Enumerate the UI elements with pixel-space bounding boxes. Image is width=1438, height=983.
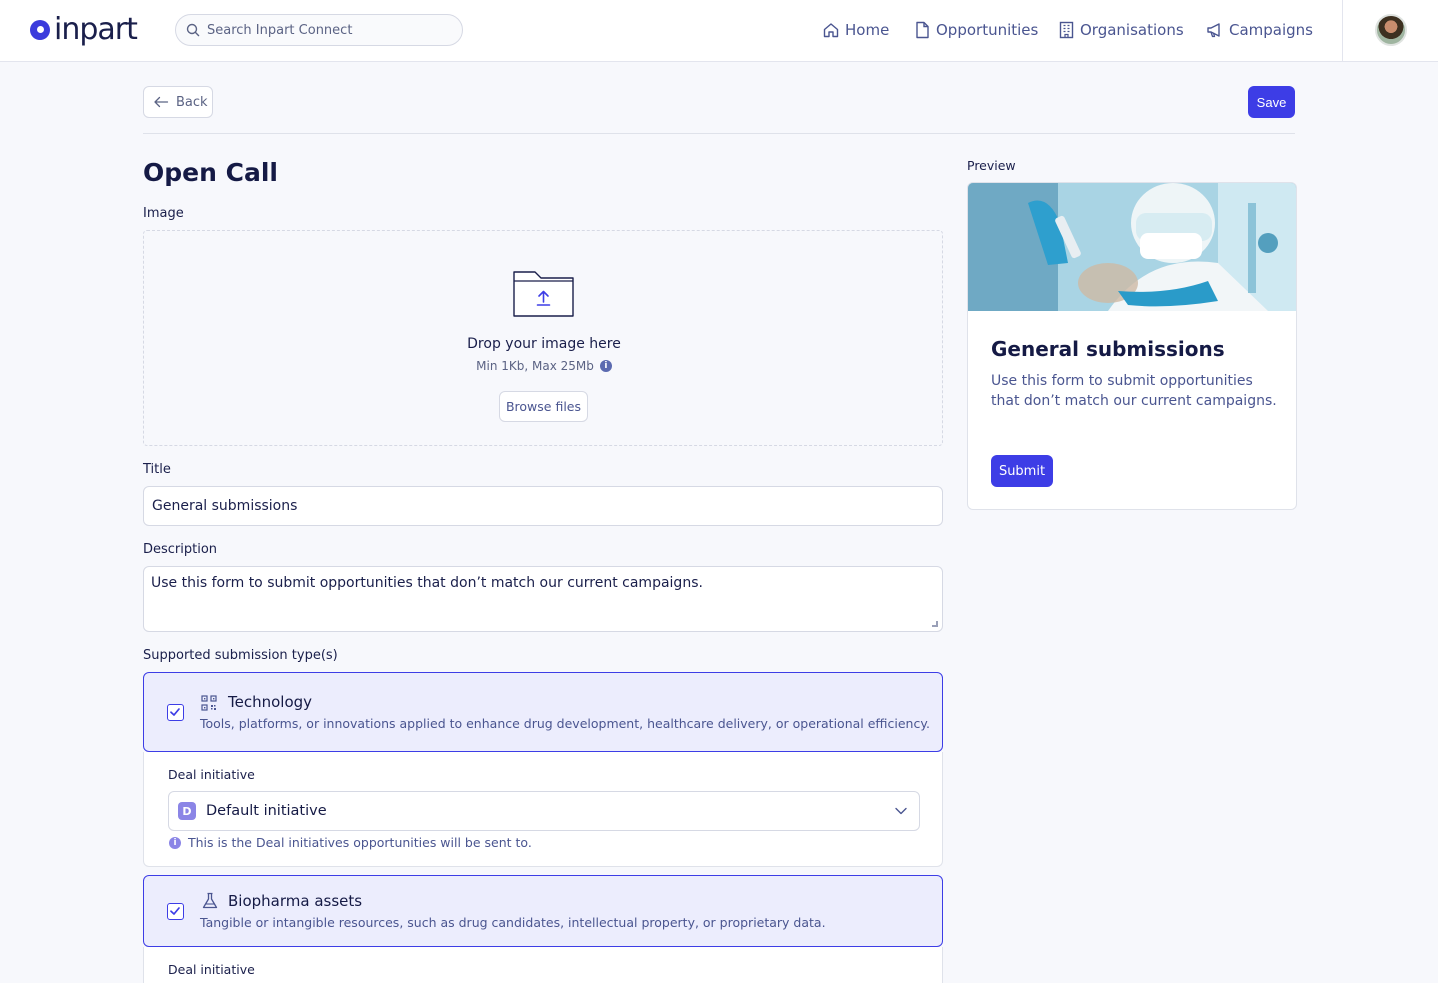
checkmark-icon bbox=[170, 907, 180, 915]
checkmark-icon bbox=[170, 708, 180, 716]
biopharma-title: Biopharma assets bbox=[228, 892, 363, 910]
initiative-badge: D bbox=[178, 802, 196, 820]
preview-title: General submissions bbox=[991, 337, 1225, 361]
preview-description: Use this form to submit opportunities th… bbox=[991, 373, 1277, 409]
logo-text: inpart bbox=[54, 12, 138, 47]
user-avatar[interactable] bbox=[1375, 14, 1407, 46]
title-label: Title bbox=[143, 462, 171, 477]
nav-opportunities[interactable]: Opportunities bbox=[914, 18, 1038, 42]
type-card-biopharma[interactable]: Biopharma assets Tangible or intangible … bbox=[143, 875, 943, 947]
preview-label: Preview bbox=[967, 158, 1016, 173]
preview-card: General submissions Use this form to sub… bbox=[967, 182, 1297, 510]
top-bar: inpart Home Opportunities Organisations … bbox=[0, 0, 1438, 62]
nav-home-label: Home bbox=[845, 21, 890, 39]
nav-divider bbox=[1342, 0, 1343, 62]
image-label: Image bbox=[143, 206, 184, 221]
folder-upload-icon bbox=[513, 271, 574, 317]
description-text: Use this form to submit opportunities th… bbox=[151, 575, 703, 591]
home-icon bbox=[823, 23, 839, 38]
chevron-down-icon bbox=[895, 807, 907, 815]
deal-panel-biopharma: Deal initiative bbox=[143, 947, 943, 983]
search-icon bbox=[186, 23, 200, 37]
title-input[interactable]: General submissions bbox=[143, 486, 943, 526]
technology-description: Tools, platforms, or innovations applied… bbox=[200, 716, 930, 731]
deal-panel-technology: Deal initiative D Default initiative i T… bbox=[143, 752, 943, 867]
description-textarea[interactable]: Use this form to submit opportunities th… bbox=[143, 566, 943, 632]
deal-initiative-value: Default initiative bbox=[206, 803, 327, 819]
nav-campaigns-label: Campaigns bbox=[1229, 21, 1314, 39]
deal-initiative-label: Deal initiative bbox=[168, 962, 255, 977]
nav-organisations-label: Organisations bbox=[1080, 21, 1184, 39]
lab-scientist-image bbox=[968, 183, 1296, 311]
deal-initiative-hint: i This is the Deal initiatives opportuni… bbox=[169, 835, 532, 850]
preview-submit-button[interactable]: Submit bbox=[991, 455, 1053, 487]
biopharma-checkbox[interactable] bbox=[167, 903, 184, 920]
info-icon: i bbox=[169, 836, 181, 849]
nav-campaigns[interactable]: Campaigns bbox=[1206, 18, 1313, 42]
back-label: Back bbox=[176, 94, 208, 110]
header-divider bbox=[143, 133, 1295, 134]
type-card-technology[interactable]: Technology Tools, platforms, or innovati… bbox=[143, 672, 943, 752]
flask-icon bbox=[202, 892, 218, 909]
browse-files-button[interactable]: Browse files bbox=[499, 391, 588, 422]
nav-home[interactable]: Home bbox=[822, 18, 889, 42]
dropzone-hint-text: Min 1Kb, Max 25Mb bbox=[476, 359, 594, 373]
back-button[interactable]: Back bbox=[143, 86, 213, 118]
nav-organisations[interactable]: Organisations bbox=[1058, 18, 1184, 42]
nav-opportunities-label: Opportunities bbox=[936, 21, 1039, 39]
page-title: Open Call bbox=[143, 158, 278, 187]
search-box[interactable] bbox=[175, 14, 463, 46]
dropzone-hint: Min 1Kb, Max 25Mb i bbox=[144, 359, 944, 373]
technology-title: Technology bbox=[228, 693, 313, 711]
submission-types-label: Supported submission type(s) bbox=[143, 648, 338, 663]
search-input[interactable] bbox=[207, 22, 447, 38]
logo-mark-icon bbox=[30, 20, 50, 40]
save-button[interactable]: Save bbox=[1248, 86, 1295, 118]
qr-grid-icon bbox=[201, 695, 217, 711]
megaphone-icon bbox=[1207, 23, 1220, 38]
deal-initiative-select[interactable]: D Default initiative bbox=[168, 791, 920, 831]
preview-image bbox=[968, 183, 1296, 311]
inpart-logo[interactable]: inpart bbox=[30, 12, 138, 47]
deal-initiative-hint-text: This is the Deal initiatives opportuniti… bbox=[188, 835, 532, 850]
file-icon bbox=[916, 21, 929, 39]
arrow-left-icon bbox=[154, 96, 169, 108]
deal-initiative-label: Deal initiative bbox=[168, 767, 255, 782]
image-dropzone[interactable]: Drop your image here Min 1Kb, Max 25Mb i… bbox=[143, 230, 943, 446]
description-label: Description bbox=[143, 542, 218, 557]
info-icon[interactable]: i bbox=[599, 360, 612, 372]
building-icon bbox=[1059, 21, 1074, 39]
biopharma-description: Tangible or intangible resources, such a… bbox=[200, 915, 826, 930]
resize-handle-icon[interactable] bbox=[932, 621, 938, 627]
dropzone-title: Drop your image here bbox=[467, 336, 621, 352]
technology-checkbox[interactable] bbox=[167, 704, 184, 721]
